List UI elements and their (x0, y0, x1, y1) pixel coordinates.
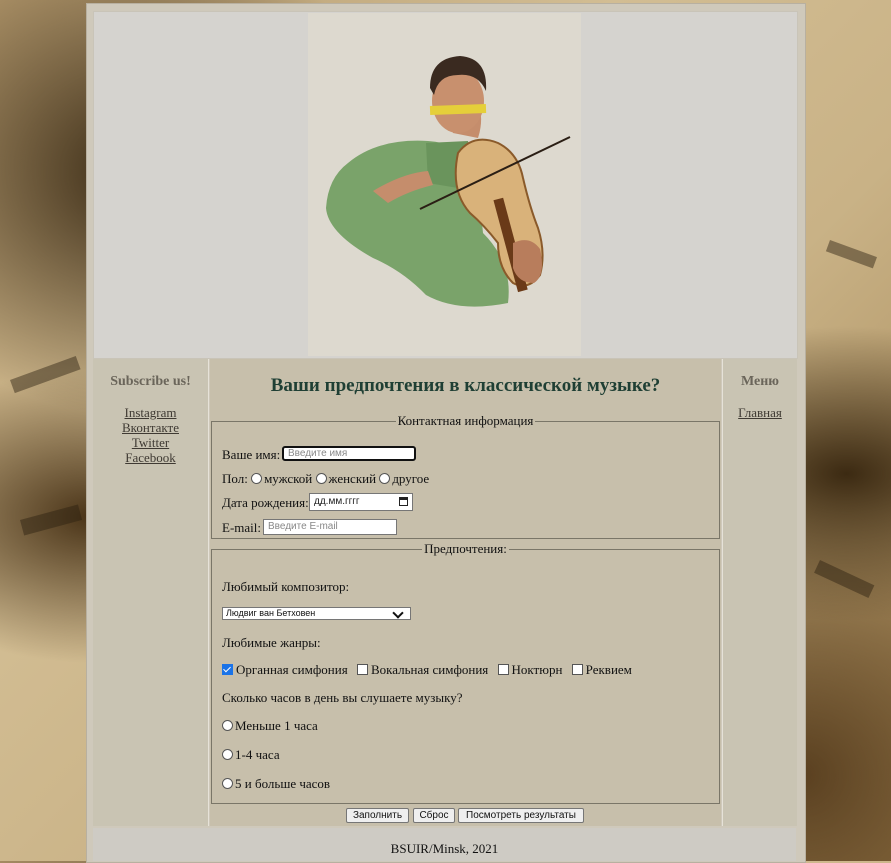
gender-male-label: мужской (264, 471, 313, 486)
chevron-down-icon (392, 607, 404, 619)
background-decoration (814, 560, 875, 599)
email-input[interactable]: Введите E-mail (263, 519, 397, 535)
footer-text: BSUIR/Minsk, 2021 (390, 841, 499, 856)
email-row: E-mail: (222, 520, 261, 536)
menu-title: Меню (740, 374, 779, 389)
genre-label-requiem: Реквием (585, 662, 632, 677)
email-label: E-mail: (222, 520, 261, 535)
dob-label: Дата рождения: (222, 495, 309, 510)
genre-checkbox-organ[interactable] (222, 664, 233, 675)
calendar-icon[interactable] (399, 497, 408, 506)
preferences-legend: Предпочтения: (424, 541, 507, 556)
main-content: Ваши предпочтения в классической музыке?… (210, 359, 721, 826)
genre-label-organ: Органная симфония (236, 662, 348, 677)
subscribe-title: Subscribe us! (110, 374, 191, 389)
composer-label: Любимый композитор: (222, 579, 350, 594)
gender-other-label: другое (392, 471, 430, 486)
composer-select[interactable]: Людвиг ван Бетховен (222, 607, 411, 620)
background-decoration (825, 240, 877, 269)
page-title: Ваши предпочтения в классической музыке? (270, 375, 661, 396)
hours-label-1-4: 1-4 часа (235, 747, 280, 762)
link-instagram[interactable]: Instagram (93, 405, 208, 421)
name-input[interactable]: Введите имя (282, 446, 416, 461)
view-results-button[interactable]: Посмотреть результаты (458, 808, 584, 823)
hours-option-row: 5 и больше часов (222, 776, 330, 792)
background-decoration (10, 356, 81, 394)
link-vkontakte[interactable]: Вконтакте (93, 420, 208, 436)
genres-row: Органная симфония Вокальная симфония Нок… (222, 662, 632, 678)
genre-checkbox-vocal[interactable] (356, 664, 368, 675)
dob-input[interactable]: дд.мм.гггг (309, 493, 413, 511)
hours-label-5-plus: 5 и больше часов (235, 776, 331, 791)
composer-selected: Людвиг ван Бетховен (226, 608, 316, 618)
hours-radio-less-1[interactable] (222, 720, 233, 731)
footer: BSUIR/Minsk, 2021 (93, 828, 796, 861)
gender-radio-female[interactable] (315, 473, 327, 484)
genre-label-vocal: Вокальная симфония (370, 662, 489, 677)
fill-button[interactable]: Заполнить (346, 808, 409, 823)
hours-option-row: Меньше 1 часа (222, 718, 318, 734)
hours-option-row: 1-4 часа (222, 747, 280, 763)
link-home[interactable]: Главная (723, 405, 797, 421)
gender-label: Пол: (222, 471, 248, 486)
name-row: Ваше имя: (222, 447, 280, 463)
reset-button[interactable]: Сброс (413, 808, 455, 823)
genres-label: Любимые жанры: (222, 635, 321, 650)
background-decoration (20, 504, 83, 536)
gender-radio-other[interactable] (379, 473, 391, 484)
hours-radio-1-4[interactable] (222, 749, 233, 760)
genre-checkbox-nocturne[interactable] (497, 664, 509, 675)
preferences-fieldset: Предпочтения: Любимый композитор: Людвиг… (211, 541, 720, 804)
dob-value: дд.мм.гггг (314, 496, 360, 507)
dob-row: Дата рождения: (222, 495, 309, 511)
sidebar-menu: Меню Главная (722, 359, 797, 826)
name-label: Ваше имя: (222, 447, 281, 462)
contact-fieldset: Контактная информация Ваше имя: Введите … (211, 413, 720, 539)
gender-row: Пол: мужской женский другое (222, 471, 429, 487)
genre-checkbox-requiem[interactable] (571, 664, 583, 675)
gender-female-label: женский (328, 471, 377, 486)
link-twitter[interactable]: Twitter (93, 435, 208, 451)
hours-radio-5-plus[interactable] (222, 778, 233, 789)
hours-label: Сколько часов в день вы слушаете музыку? (222, 690, 463, 705)
hours-label-less-1: Меньше 1 часа (235, 718, 318, 733)
sidebar-subscribe: Subscribe us! Instagram Вконтакте Twitte… (93, 359, 209, 826)
genre-label-nocturne: Ноктюрн (511, 662, 563, 677)
violinist-illustration (308, 13, 581, 356)
gender-radio-male[interactable] (251, 473, 263, 484)
link-facebook[interactable]: Facebook (93, 450, 208, 466)
contact-legend: Контактная информация (397, 413, 534, 428)
